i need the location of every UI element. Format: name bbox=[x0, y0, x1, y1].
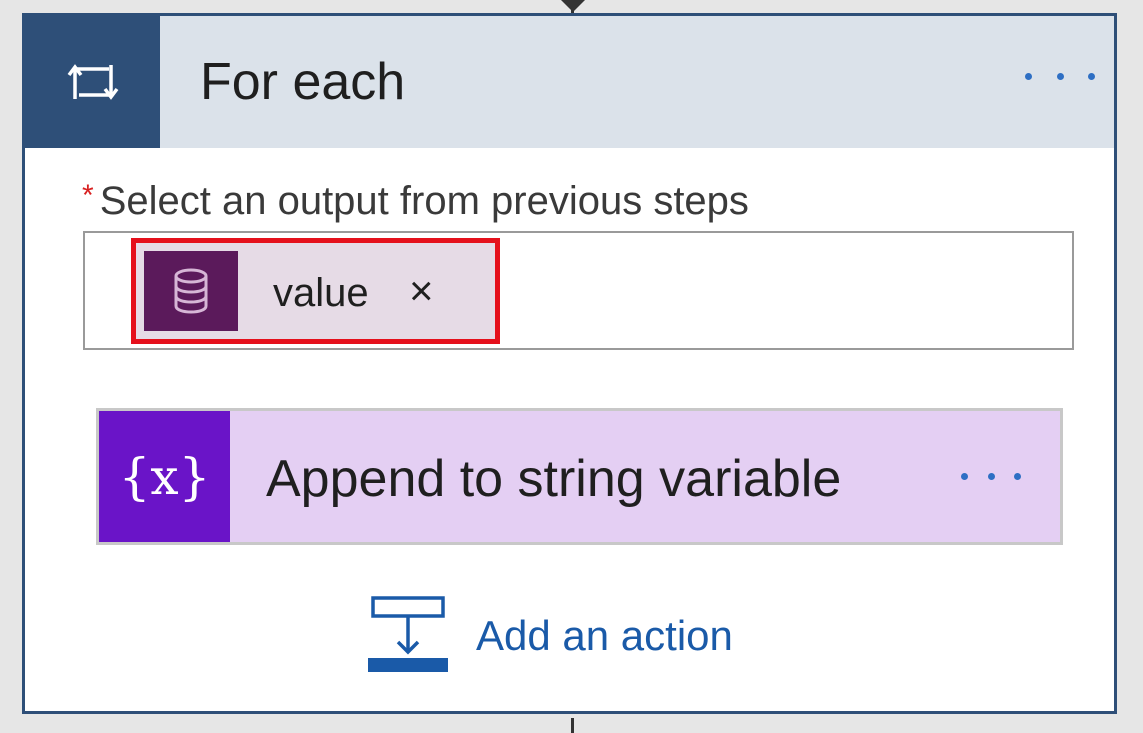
field-label: * Select an output from previous steps bbox=[82, 179, 749, 224]
add-action-label: Add an action bbox=[476, 612, 733, 659]
card-title: For each bbox=[200, 53, 406, 111]
add-action-icon bbox=[368, 594, 448, 679]
connector-arrow-icon bbox=[561, 0, 585, 12]
append-variable-action[interactable]: {x} Append to string variable bbox=[96, 408, 1063, 545]
connector-line-bottom bbox=[571, 718, 574, 733]
action-title: Append to string variable bbox=[266, 450, 842, 508]
remove-token-icon[interactable]: × bbox=[409, 267, 434, 315]
for-each-card: For each * Select an output from previous… bbox=[22, 13, 1117, 714]
required-mark: * bbox=[82, 179, 94, 212]
variable-icon: {x} bbox=[99, 411, 230, 542]
output-select-input[interactable]: value × bbox=[83, 231, 1074, 350]
for-each-header[interactable]: For each bbox=[25, 16, 1114, 148]
token-label: value bbox=[273, 271, 369, 315]
loop-icon bbox=[25, 16, 160, 148]
database-icon bbox=[144, 251, 238, 331]
ellipsis-icon[interactable] bbox=[961, 461, 1021, 491]
add-action-button[interactable]: Add an action bbox=[368, 594, 733, 679]
field-label-text: Select an output from previous steps bbox=[99, 179, 749, 223]
dynamic-content-token[interactable]: value × bbox=[131, 238, 500, 344]
ellipsis-icon[interactable] bbox=[1025, 56, 1095, 96]
